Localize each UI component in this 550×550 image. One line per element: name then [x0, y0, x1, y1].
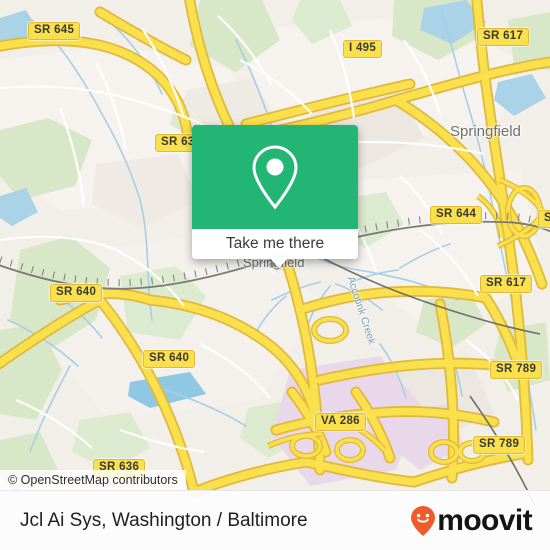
road-shield[interactable]: SR 640 [50, 284, 103, 302]
map-canvas[interactable]: SR 645 SR 63 I 495 SR 617 SR 644 S SR 61… [0, 0, 550, 550]
road-shield[interactable]: SR 789 [473, 436, 526, 454]
map-attribution[interactable]: © OpenStreetMap contributors [0, 470, 186, 491]
moovit-smiley-pin-icon [411, 505, 436, 536]
popup-image-area [192, 125, 358, 229]
take-me-there-button[interactable]: Take me there [192, 229, 358, 259]
road-shield[interactable]: S [538, 210, 550, 228]
place-label-springfield: Springfield [450, 123, 521, 140]
map-screen: SR 645 SR 63 I 495 SR 617 SR 644 S SR 61… [0, 0, 550, 550]
moovit-wordmark: moovit [437, 503, 532, 537]
map-vector-layer [0, 0, 550, 550]
destination-popup[interactable]: Take me there [192, 125, 358, 259]
moovit-logo[interactable]: moovit [410, 503, 533, 537]
road-shield[interactable]: SR 617 [477, 28, 530, 46]
road-shield[interactable]: VA 286 [315, 413, 366, 431]
road-shield[interactable]: SR 789 [490, 361, 543, 379]
popup-pointer [269, 257, 289, 268]
map-pin-icon [252, 145, 298, 210]
road-shield[interactable]: SR 640 [143, 350, 196, 368]
road-shield[interactable]: SR 644 [430, 206, 483, 224]
road-shield[interactable]: SR 617 [480, 275, 533, 293]
road-shield[interactable]: I 495 [343, 40, 383, 58]
location-title: Jcl Ai Sys, Washington / Baltimore [20, 509, 308, 531]
bottom-bar: Jcl Ai Sys, Washington / Baltimore moovi… [0, 490, 550, 550]
road-shield[interactable]: SR 645 [28, 22, 81, 40]
